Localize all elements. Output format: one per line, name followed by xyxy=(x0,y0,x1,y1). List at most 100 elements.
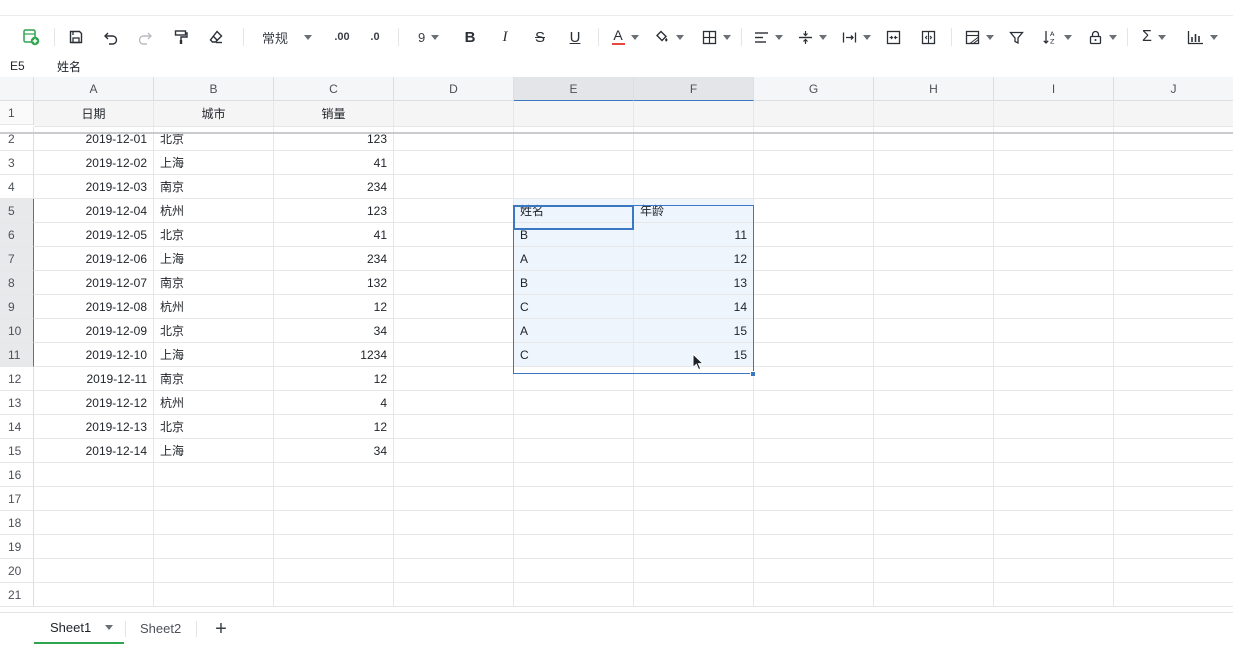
wrap-text-button[interactable] xyxy=(840,24,872,50)
cell-j1[interactable] xyxy=(1114,101,1233,127)
cell-a21[interactable] xyxy=(34,583,154,607)
cell-a2[interactable]: 2019-12-01 xyxy=(34,127,154,151)
cell-d11[interactable] xyxy=(394,343,514,367)
cell-d8[interactable] xyxy=(394,271,514,295)
cell-e13[interactable] xyxy=(514,391,634,415)
cell-b3[interactable]: 上海 xyxy=(154,151,274,175)
sum-button[interactable]: Σ xyxy=(1138,24,1170,50)
cell-j18[interactable] xyxy=(1114,511,1233,535)
cell-h1[interactable] xyxy=(874,101,994,127)
formula-input[interactable]: 姓名 xyxy=(57,58,81,75)
cell-d6[interactable] xyxy=(394,223,514,247)
cell-i13[interactable] xyxy=(994,391,1114,415)
bold-button[interactable]: B xyxy=(459,24,481,50)
cell-e8[interactable]: B xyxy=(514,271,634,295)
cell-h11[interactable] xyxy=(874,343,994,367)
cell-j4[interactable] xyxy=(1114,175,1233,199)
sheet-tab-sheet1[interactable]: Sheet1 xyxy=(34,613,124,644)
cell-g3[interactable] xyxy=(754,151,874,175)
cell-a20[interactable] xyxy=(34,559,154,583)
cell-j9[interactable] xyxy=(1114,295,1233,319)
cell-e11[interactable]: C xyxy=(514,343,634,367)
cell-g10[interactable] xyxy=(754,319,874,343)
cell-f2[interactable] xyxy=(634,127,754,151)
cell-e7[interactable]: A xyxy=(514,247,634,271)
cell-e10[interactable]: A xyxy=(514,319,634,343)
row-header-7[interactable]: 7 xyxy=(0,247,34,271)
chart-button[interactable] xyxy=(1184,24,1220,50)
cell-a8[interactable]: 2019-12-07 xyxy=(34,271,154,295)
cell-i9[interactable] xyxy=(994,295,1114,319)
horizontal-align-button[interactable] xyxy=(752,24,784,50)
underline-button[interactable]: U xyxy=(564,24,586,50)
cell-g8[interactable] xyxy=(754,271,874,295)
cell-g11[interactable] xyxy=(754,343,874,367)
cell-e20[interactable] xyxy=(514,559,634,583)
cell-e16[interactable] xyxy=(514,463,634,487)
column-header-g[interactable]: G xyxy=(754,77,874,101)
cell-b6[interactable]: 北京 xyxy=(154,223,274,247)
cell-e1[interactable] xyxy=(514,101,634,127)
cell-b18[interactable] xyxy=(154,511,274,535)
cell-h14[interactable] xyxy=(874,415,994,439)
protect-button[interactable] xyxy=(1086,24,1118,50)
row-header-8[interactable]: 8 xyxy=(0,271,34,295)
row-header-16[interactable]: 16 xyxy=(0,463,34,487)
row-header-3[interactable]: 3 xyxy=(0,151,34,175)
cell-h10[interactable] xyxy=(874,319,994,343)
cell-j7[interactable] xyxy=(1114,247,1233,271)
cell-d7[interactable] xyxy=(394,247,514,271)
cell-i4[interactable] xyxy=(994,175,1114,199)
row-header-15[interactable]: 15 xyxy=(0,439,34,463)
cell-g16[interactable] xyxy=(754,463,874,487)
cell-g19[interactable] xyxy=(754,535,874,559)
cell-a17[interactable] xyxy=(34,487,154,511)
column-header-a[interactable]: A xyxy=(34,77,154,101)
cell-h13[interactable] xyxy=(874,391,994,415)
cell-c5[interactable]: 123 xyxy=(274,199,394,223)
fill-handle[interactable] xyxy=(750,371,756,377)
cell-c9[interactable]: 12 xyxy=(274,295,394,319)
cell-c2[interactable]: 123 xyxy=(274,127,394,151)
cell-i11[interactable] xyxy=(994,343,1114,367)
cell-g17[interactable] xyxy=(754,487,874,511)
cell-b11[interactable]: 上海 xyxy=(154,343,274,367)
cell-j12[interactable] xyxy=(1114,367,1233,391)
cell-f13[interactable] xyxy=(634,391,754,415)
cell-d15[interactable] xyxy=(394,439,514,463)
row-header-4[interactable]: 4 xyxy=(0,175,34,199)
cell-j20[interactable] xyxy=(1114,559,1233,583)
undo-button[interactable] xyxy=(100,24,122,50)
cell-b15[interactable]: 上海 xyxy=(154,439,274,463)
cell-f4[interactable] xyxy=(634,175,754,199)
cell-d3[interactable] xyxy=(394,151,514,175)
cell-e19[interactable] xyxy=(514,535,634,559)
cell-g18[interactable] xyxy=(754,511,874,535)
row-header-18[interactable]: 18 xyxy=(0,511,34,535)
cell-h8[interactable] xyxy=(874,271,994,295)
cell-f14[interactable] xyxy=(634,415,754,439)
cell-i17[interactable] xyxy=(994,487,1114,511)
cell-a3[interactable]: 2019-12-02 xyxy=(34,151,154,175)
cell-e15[interactable] xyxy=(514,439,634,463)
cell-f17[interactable] xyxy=(634,487,754,511)
row-header-19[interactable]: 19 xyxy=(0,535,34,559)
cell-a1[interactable]: 日期 xyxy=(34,101,154,127)
cell-a14[interactable]: 2019-12-13 xyxy=(34,415,154,439)
cell-c14[interactable]: 12 xyxy=(274,415,394,439)
cell-g4[interactable] xyxy=(754,175,874,199)
cell-b13[interactable]: 杭州 xyxy=(154,391,274,415)
strikethrough-button[interactable]: S xyxy=(529,24,551,50)
cell-a15[interactable]: 2019-12-14 xyxy=(34,439,154,463)
filter-button[interactable] xyxy=(1005,24,1027,50)
column-header-j[interactable]: J xyxy=(1114,77,1233,101)
cell-i6[interactable] xyxy=(994,223,1114,247)
cell-h15[interactable] xyxy=(874,439,994,463)
cell-d16[interactable] xyxy=(394,463,514,487)
cell-g15[interactable] xyxy=(754,439,874,463)
increase-decimal-button[interactable]: .0 xyxy=(364,24,386,50)
cell-c4[interactable]: 234 xyxy=(274,175,394,199)
cell-h6[interactable] xyxy=(874,223,994,247)
cell-i2[interactable] xyxy=(994,127,1114,151)
cell-j11[interactable] xyxy=(1114,343,1233,367)
